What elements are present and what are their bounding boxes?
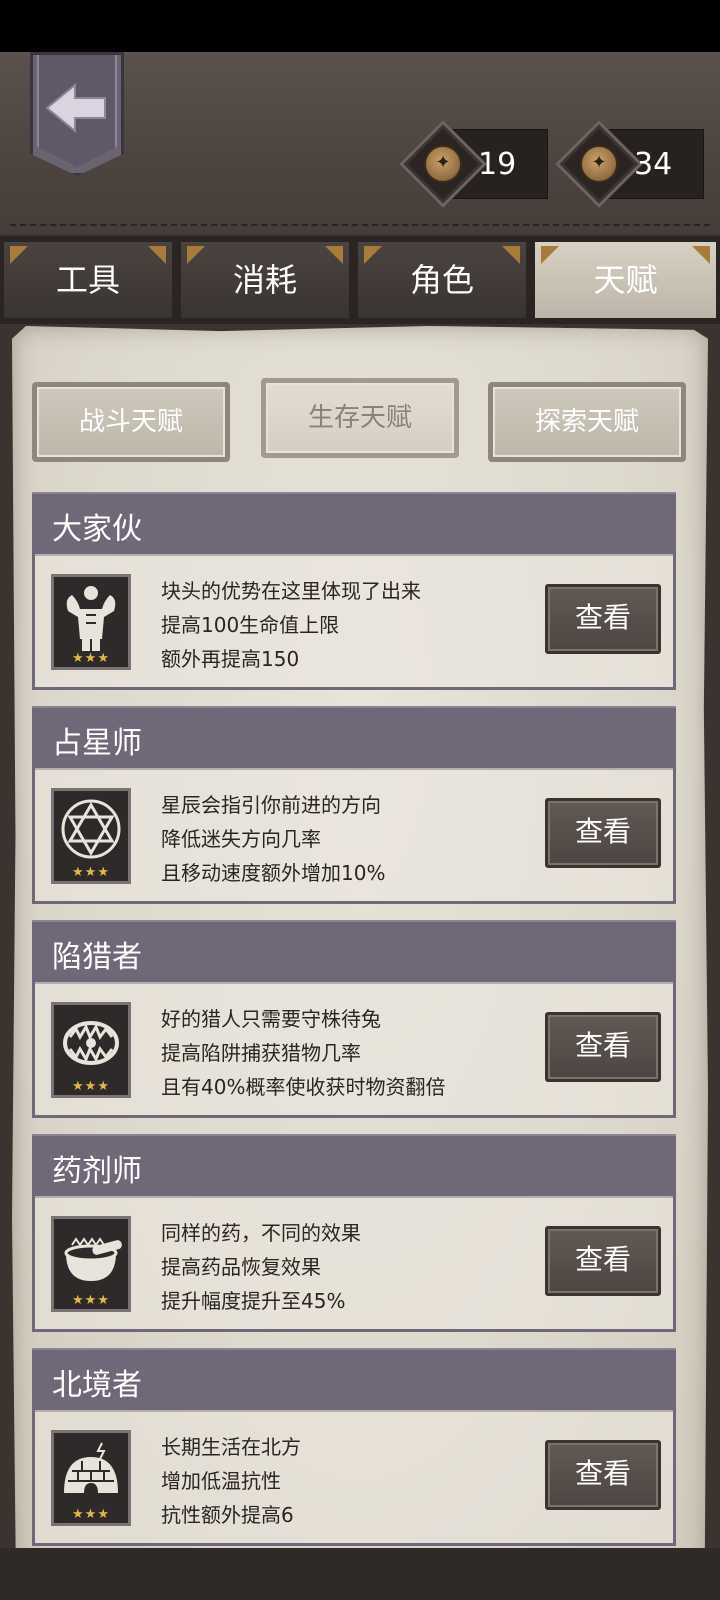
tab-label: 天赋 xyxy=(593,261,658,299)
tab-corner-decoration xyxy=(502,246,520,264)
tab-consumables[interactable]: 消耗 xyxy=(179,240,351,320)
compass-coin-icon: ✦ xyxy=(580,145,618,183)
description-line: 提高药品恢复效果 xyxy=(161,1255,321,1279)
tab-corner-decoration xyxy=(364,246,382,264)
tab-label: 工具 xyxy=(55,261,120,299)
compass-coin-icon: ✦ xyxy=(424,145,462,183)
description-line: 提升幅度提升至45% xyxy=(161,1289,346,1313)
currency-counter-2: ✦ 34 xyxy=(555,120,704,208)
star-rating: ★★★ xyxy=(72,1507,110,1522)
currency-value: 19 xyxy=(478,147,517,182)
description-line: 提高陷阱捕获猎物几率 xyxy=(161,1041,361,1065)
star-rating: ★★★ xyxy=(72,651,110,666)
talent-description: 块头的优势在这里体现了出来 提高100生命值上限 额外再提高150 xyxy=(161,574,421,676)
status-bar xyxy=(0,0,720,52)
bottom-wood-border xyxy=(0,1548,720,1600)
tab-characters[interactable]: 角色 xyxy=(356,240,528,320)
tab-label: 角色 xyxy=(409,261,474,299)
tab-corner-decoration xyxy=(325,246,343,264)
tab-talents[interactable]: 天赋 xyxy=(533,240,718,320)
subtab-label: 战斗天赋 xyxy=(78,407,183,437)
talent-title: 大家伙 xyxy=(52,512,142,547)
subtab-combat-talents[interactable]: 战斗天赋 xyxy=(32,382,230,462)
talent-title-bar: 药剂师 xyxy=(32,1134,676,1198)
description-line: 且有40%概率使收获时物资翻倍 xyxy=(161,1075,446,1099)
talent-body: ★★★ 块头的优势在这里体现了出来 提高100生命值上限 额外再提高150 查看 xyxy=(32,554,676,690)
description-line: 额外再提高150 xyxy=(161,647,300,671)
igloo-icon: ★★★ xyxy=(51,1430,131,1526)
description-line: 星辰会指引你前进的方向 xyxy=(161,793,381,817)
description-line: 降低迷失方向几率 xyxy=(161,827,321,851)
mortar-pestle-icon: ★★★ xyxy=(51,1216,131,1312)
talent-title: 药剂师 xyxy=(52,1154,142,1189)
view-button[interactable]: 查看 xyxy=(545,798,661,868)
talent-title: 占星师 xyxy=(52,726,142,761)
talent-title-bar: 陷猎者 xyxy=(32,920,676,984)
subtab-label: 生存天赋 xyxy=(307,403,412,433)
subtab-label: 探索天赋 xyxy=(534,407,639,437)
description-line: 抗性额外提高6 xyxy=(161,1503,294,1527)
hexagram-icon: ★★★ xyxy=(51,788,131,884)
talent-description: 同样的药，不同的效果 提高药品恢复效果 提升幅度提升至45% xyxy=(161,1216,361,1318)
description-line: 好的猎人只需要守株待兔 xyxy=(161,1007,381,1031)
talent-card: 陷猎者 ★★★ 好的猎人只需要守株待兔 提高陷阱捕获猎物几率 且有40%概率使收… xyxy=(32,920,676,1118)
tab-corner-decoration xyxy=(541,246,559,264)
talent-title: 陷猎者 xyxy=(52,940,142,975)
talent-body: ★★★ 同样的药，不同的效果 提高药品恢复效果 提升幅度提升至45% 查看 xyxy=(32,1196,676,1332)
talent-description: 星辰会指引你前进的方向 降低迷失方向几率 且移动速度额外增加10% xyxy=(161,788,385,890)
view-button[interactable]: 查看 xyxy=(545,1012,661,1082)
muscle-man-icon: ★★★ xyxy=(51,574,131,670)
talent-card: 药剂师 ★★★ 同样的药，不同的效果 提高药品恢复效果 提升幅度提升至45% 查… xyxy=(32,1134,676,1332)
back-button[interactable] xyxy=(30,52,124,176)
description-line: 块头的优势在这里体现了出来 xyxy=(161,579,421,603)
description-line: 提高100生命值上限 xyxy=(161,613,340,637)
tab-tools[interactable]: 工具 xyxy=(2,240,174,320)
tab-corner-decoration xyxy=(692,246,710,264)
star-rating: ★★★ xyxy=(72,865,110,880)
talent-body: ★★★ 星辰会指引你前进的方向 降低迷失方向几率 且移动速度额外增加10% 查看 xyxy=(32,768,676,904)
description-line: 同样的药，不同的效果 xyxy=(161,1221,361,1245)
star-rating: ★★★ xyxy=(72,1293,110,1308)
tab-corner-decoration xyxy=(148,246,166,264)
talent-card: 占星师 ★★★ 星辰会指引你前进的方向 降低迷失方向几率 且移动速度额外增加10… xyxy=(32,706,676,904)
tab-corner-decoration xyxy=(187,246,205,264)
talent-body: ★★★ 好的猎人只需要守株待兔 提高陷阱捕获猎物几率 且有40%概率使收获时物资… xyxy=(32,982,676,1118)
description-line: 且移动速度额外增加10% xyxy=(161,861,386,885)
tab-corner-decoration xyxy=(10,246,28,264)
star-rating: ★★★ xyxy=(72,1079,110,1094)
talent-title-bar: 大家伙 xyxy=(32,492,676,556)
bear-trap-icon: ★★★ xyxy=(51,1002,131,1098)
currency-value: 34 xyxy=(634,147,673,182)
talent-title-bar: 北境者 xyxy=(32,1348,676,1412)
tab-label: 消耗 xyxy=(232,261,297,299)
description-line: 长期生活在北方 xyxy=(161,1435,301,1459)
view-button[interactable]: 查看 xyxy=(545,584,661,654)
talent-body: ★★★ 长期生活在北方 增加低温抗性 抗性额外提高6 查看 xyxy=(32,1410,676,1546)
talent-card: 大家伙 ★★★ 块头的优势在这里体现了出来 提高100生命值上限 额外再提高15… xyxy=(32,492,676,690)
subtab-exploration-talents[interactable]: 探索天赋 xyxy=(488,382,686,462)
subtab-survival-talents[interactable]: 生存天赋 xyxy=(261,378,459,458)
talent-description: 长期生活在北方 增加低温抗性 抗性额外提高6 xyxy=(161,1430,301,1532)
currency-counter-1: ✦ 19 xyxy=(399,120,548,208)
talent-card: 北境者 ★★★ 长期生活在北方 增加低温抗性 抗性额外提高6 查看 xyxy=(32,1348,676,1546)
view-button[interactable]: 查看 xyxy=(545,1226,661,1296)
view-button[interactable]: 查看 xyxy=(545,1440,661,1510)
back-arrow-icon xyxy=(45,82,106,134)
talent-title: 北境者 xyxy=(52,1368,142,1403)
description-line: 增加低温抗性 xyxy=(161,1469,281,1493)
talent-title-bar: 占星师 xyxy=(32,706,676,770)
talent-description: 好的猎人只需要守株待兔 提高陷阱捕获猎物几率 且有40%概率使收获时物资翻倍 xyxy=(161,1002,445,1104)
